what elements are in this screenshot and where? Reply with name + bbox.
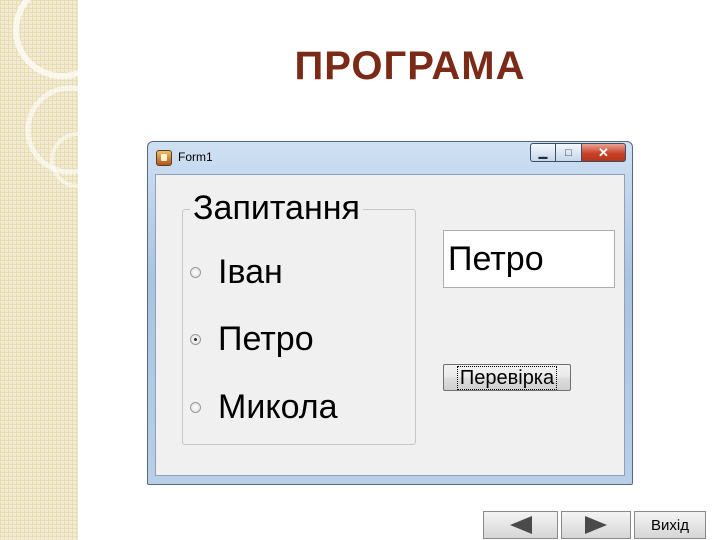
check-button-label: Перевірка [456, 366, 558, 390]
check-button[interactable]: Перевірка [443, 364, 571, 391]
radio-option-mykola[interactable]: Микола [190, 387, 337, 427]
form-client-area: Запитання Іван Петро Микола Петро Переві… [155, 174, 625, 476]
exit-button-label: Вихід [651, 516, 689, 534]
answer-textbox[interactable]: Петро [443, 230, 615, 288]
maximize-button[interactable]: □ [556, 143, 582, 162]
window-titlebar[interactable]: Form1 ▁ □ ✕ [148, 142, 632, 174]
close-button[interactable]: ✕ [582, 143, 626, 162]
triangle-right-icon [585, 516, 607, 534]
radio-label: Петро [218, 319, 314, 358]
radio-button-checked[interactable] [190, 333, 201, 345]
radio-button[interactable] [190, 401, 201, 413]
radio-option-ivan[interactable]: Іван [190, 252, 283, 292]
form-window: Form1 ▁ □ ✕ Запитання Іван Петро Микола [147, 141, 633, 485]
radio-label: Микола [218, 387, 338, 426]
radio-label: Іван [218, 252, 283, 291]
window-title: Form1 [178, 150, 213, 164]
window-controls: ▁ □ ✕ [530, 143, 626, 163]
radio-button[interactable] [190, 266, 201, 278]
minimize-icon: ▁ [538, 147, 548, 159]
previous-slide-button[interactable] [483, 511, 558, 539]
minimize-button[interactable]: ▁ [530, 143, 556, 162]
triangle-left-icon [509, 516, 532, 534]
maximize-icon: □ [565, 146, 572, 159]
exit-button[interactable]: Вихід [634, 511, 706, 539]
decorative-circles [13, 0, 78, 188]
app-icon [156, 150, 172, 166]
slide-title: ПРОГРАМА [294, 44, 526, 88]
groupbox-title: Запитання [190, 189, 363, 227]
radio-option-petro[interactable]: Петро [190, 319, 314, 359]
close-icon: ✕ [598, 144, 609, 160]
next-slide-button[interactable] [561, 511, 631, 539]
